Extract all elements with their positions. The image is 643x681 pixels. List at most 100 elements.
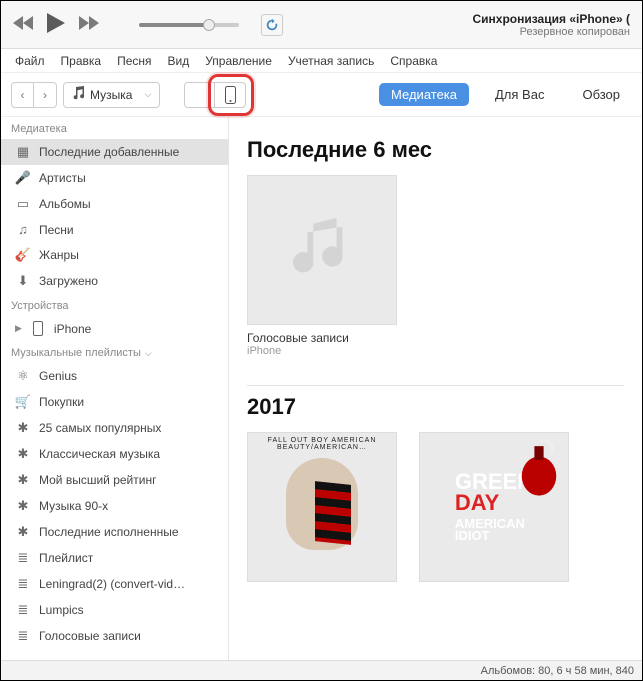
album-name: Голосовые записи bbox=[247, 331, 397, 345]
section-title-2017: 2017 bbox=[247, 394, 624, 420]
body: Медиатека ▦Последние добавленные 🎤 Артист… bbox=[1, 117, 642, 660]
sidebar-label: Genius bbox=[39, 369, 77, 383]
sidebar-label: Lumpics bbox=[39, 603, 84, 617]
album-cover-art: FALL OUT BOY AMERICAN BEAUTY/AMERICAN… bbox=[247, 432, 397, 582]
grid-icon: ▦ bbox=[15, 144, 31, 160]
sync-title: Синхронизация «iPhone» ( bbox=[473, 12, 631, 26]
genius-icon: ⚛ bbox=[15, 368, 31, 384]
sidebar-playlist-90s[interactable]: ✱ Музыка 90-х bbox=[1, 493, 228, 519]
sidebar-label: Жанры bbox=[39, 248, 79, 262]
volume-knob[interactable] bbox=[203, 19, 215, 31]
section-divider bbox=[247, 385, 624, 386]
sync-status: Синхронизация «iPhone» ( Резервное копир… bbox=[473, 12, 631, 38]
menu-song[interactable]: Песня bbox=[117, 54, 151, 68]
chevron-down-icon: ⌵ bbox=[145, 348, 152, 359]
smart-playlist-icon: ✱ bbox=[15, 498, 31, 514]
sidebar-label: Артисты bbox=[39, 171, 86, 185]
sidebar-playlist-top25[interactable]: ✱25 самых популярных bbox=[1, 415, 228, 441]
sidebar-label: Музыка 90-х bbox=[39, 499, 108, 513]
album-cover-placeholder bbox=[247, 175, 397, 325]
next-track-button[interactable] bbox=[79, 16, 99, 33]
menu-account[interactable]: Учетная запись bbox=[288, 54, 374, 68]
sidebar-head-playlists-label: Музыкальные плейлисты bbox=[11, 347, 141, 359]
grenade-icon bbox=[516, 439, 562, 497]
volume-fill bbox=[139, 23, 209, 27]
sidebar-item-recently-added[interactable]: ▦Последние добавленные bbox=[1, 139, 228, 165]
menu-edit[interactable]: Правка bbox=[61, 54, 102, 68]
highlight-annotation bbox=[208, 74, 254, 116]
volume-slider[interactable] bbox=[139, 23, 239, 27]
sidebar-label: Покупки bbox=[39, 395, 84, 409]
sidebar-head-devices: Устройства bbox=[1, 294, 228, 316]
section-title-recent: Последние 6 мес bbox=[247, 137, 624, 163]
toolbar: ‹ › Музыка ⌵ Медиатека Для Вас Обзор bbox=[1, 73, 642, 117]
menu-file[interactable]: Файл bbox=[15, 54, 45, 68]
sidebar-playlist-classical[interactable]: ✱Классическая музыка bbox=[1, 441, 228, 467]
sidebar-playlist-genius[interactable]: ⚛ Genius bbox=[1, 363, 228, 389]
sidebar-playlist-purchases[interactable]: 🛒Покупки bbox=[1, 389, 228, 415]
tab-browse[interactable]: Обзор bbox=[570, 83, 632, 106]
sidebar-label: Загружено bbox=[39, 274, 98, 288]
sync-subtitle: Резервное копирован bbox=[473, 26, 631, 38]
sidebar-item-iphone[interactable]: ▶iPhone bbox=[1, 316, 228, 341]
status-text: Альбомов: 80, 6 ч 58 мин, 840 bbox=[481, 665, 634, 677]
disclosure-triangle-icon[interactable]: ▶ bbox=[15, 323, 22, 334]
album-voice-memos[interactable]: Голосовые записи iPhone bbox=[247, 175, 397, 357]
sidebar-item-albums[interactable]: ▭Альбомы bbox=[1, 191, 228, 217]
library-selector[interactable]: Музыка ⌵ bbox=[63, 82, 160, 108]
menu-controls[interactable]: Управление bbox=[205, 54, 272, 68]
album-fall-out-boy[interactable]: FALL OUT BOY AMERICAN BEAUTY/AMERICAN… bbox=[247, 432, 397, 582]
sidebar-playlist-voice-memos[interactable]: ≣ Голосовые записи bbox=[1, 623, 228, 649]
volume-control[interactable] bbox=[139, 23, 239, 27]
music-note-icon bbox=[72, 86, 84, 103]
sidebar-playlist-leningrad[interactable]: ≣Leningrad(2) (convert-vid… bbox=[1, 571, 228, 597]
player-bar: Синхронизация «iPhone» ( Резервное копир… bbox=[1, 1, 642, 49]
prev-track-button[interactable] bbox=[13, 16, 33, 33]
tab-mediateka[interactable]: Медиатека bbox=[379, 83, 469, 106]
mic-icon: 🎤 bbox=[15, 170, 31, 186]
guitar-icon: 🎸 bbox=[15, 247, 31, 263]
smart-playlist-icon: ✱ bbox=[15, 472, 31, 488]
menu-bar: Файл Правка Песня Вид Управление Учетная… bbox=[1, 49, 642, 73]
smart-playlist-icon: ✱ bbox=[15, 420, 31, 436]
smart-playlist-icon: ✱ bbox=[15, 524, 31, 540]
library-selector-label: Музыка bbox=[90, 88, 132, 102]
content-area: Последние 6 мес Голосовые записи iPhone … bbox=[229, 117, 642, 660]
sidebar-item-downloaded[interactable]: ⬇Загружено bbox=[1, 268, 228, 294]
sidebar-label: Альбомы bbox=[39, 197, 91, 211]
cover-line4: IDIOT bbox=[455, 530, 533, 542]
sidebar-head-playlists[interactable]: Музыкальные плейлисты ⌵ bbox=[1, 341, 228, 363]
sidebar-label: Песни bbox=[39, 223, 74, 237]
smart-playlist-icon: ✱ bbox=[15, 446, 31, 462]
playlist-icon: ≣ bbox=[15, 628, 31, 644]
nav-back-button[interactable]: ‹ bbox=[12, 83, 34, 107]
sync-spinner-icon bbox=[261, 14, 283, 36]
sidebar-item-genres[interactable]: 🎸 Жанры bbox=[1, 242, 228, 268]
tab-for-you[interactable]: Для Вас bbox=[483, 83, 556, 106]
device-toolbar-group bbox=[184, 82, 246, 108]
sidebar-playlist-lumpics[interactable]: ≣ Lumpics bbox=[1, 597, 228, 623]
status-bar: Альбомов: 80, 6 ч 58 мин, 840 bbox=[1, 660, 642, 680]
sidebar: Медиатека ▦Последние добавленные 🎤 Артист… bbox=[1, 117, 229, 660]
playlist-icon: ≣ bbox=[15, 602, 31, 618]
sidebar-item-songs[interactable]: ♫ Песни bbox=[1, 217, 228, 242]
menu-help[interactable]: Справка bbox=[390, 54, 437, 68]
sidebar-head-library: Медиатека bbox=[1, 117, 228, 139]
nav-forward-button[interactable]: › bbox=[34, 83, 56, 107]
sidebar-item-artists[interactable]: 🎤 Артисты bbox=[1, 165, 228, 191]
album-green-day[interactable]: GREEN DAY AMERICAN IDIOT bbox=[419, 432, 569, 582]
album-grid-recent: Голосовые записи iPhone bbox=[247, 175, 624, 357]
album-grid-2017: FALL OUT BOY AMERICAN BEAUTY/AMERICAN… G… bbox=[247, 432, 624, 582]
main-tabs: Медиатека Для Вас Обзор bbox=[379, 83, 632, 106]
menu-view[interactable]: Вид bbox=[168, 54, 190, 68]
sidebar-label: Мой высший рейтинг bbox=[39, 473, 156, 487]
sidebar-playlist-top-rated[interactable]: ✱ Мой высший рейтинг bbox=[1, 467, 228, 493]
sidebar-label: Голосовые записи bbox=[39, 629, 141, 643]
album-subtitle: iPhone bbox=[247, 345, 397, 357]
chevron-down-icon: ⌵ bbox=[144, 89, 151, 100]
play-button[interactable] bbox=[47, 13, 65, 36]
sidebar-playlist-playlist[interactable]: ≣Плейлист bbox=[1, 545, 228, 571]
album-cover-caption: FALL OUT BOY AMERICAN BEAUTY/AMERICAN… bbox=[248, 437, 396, 451]
note-icon: ♫ bbox=[15, 222, 31, 237]
sidebar-playlist-recent-played[interactable]: ✱Последние исполненные bbox=[1, 519, 228, 545]
